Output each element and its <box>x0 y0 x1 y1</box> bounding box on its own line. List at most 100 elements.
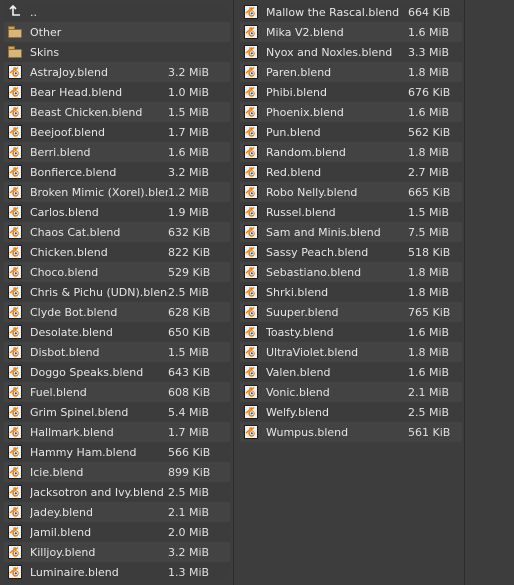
file-size: 2.0 MiB <box>168 525 210 539</box>
file-item-bear-head[interactable]: Bear Head.blend 1.0 MiB <box>4 82 230 102</box>
file-name: Wumpus.blend <box>266 425 349 439</box>
file-item-phibi[interactable]: Phibi.blend 676 KiB <box>240 82 462 102</box>
folder-item-skins[interactable]: Skins <box>4 42 230 62</box>
file-size: 1.3 MiB <box>168 565 210 579</box>
file-item-desolate[interactable]: Desolate.blend 650 KiB <box>4 322 230 342</box>
file-item-random[interactable]: Random.blend 1.8 MiB <box>240 142 462 162</box>
file-item-bonfierce[interactable]: Bonfierce.blend 3.2 MiB <box>4 162 230 182</box>
file-name: Valen.blend <box>266 365 331 379</box>
file-name: AstraJoy.blend <box>30 65 109 79</box>
file-item-shrki[interactable]: Shrki.blend 1.8 MiB <box>240 282 462 302</box>
file-size: 1.6 MiB <box>408 325 450 339</box>
file-item-hallmark[interactable]: Hallmark.blend 1.7 MiB <box>4 422 230 442</box>
file-item-disbot[interactable]: Disbot.blend 1.5 MiB <box>4 342 230 362</box>
file-item-pun[interactable]: Pun.blend 562 KiB <box>240 122 462 142</box>
blend-file-icon <box>244 185 258 199</box>
file-size: 765 KiB <box>408 305 451 319</box>
file-item-hammy-ham[interactable]: Hammy Ham.blend 566 KiB <box>4 442 230 462</box>
file-item-beejoof[interactable]: Beejoof.blend 1.7 MiB <box>4 122 230 142</box>
file-item-sassy-peach[interactable]: Sassy Peach.blend 518 KiB <box>240 242 462 262</box>
file-name: Other <box>30 25 62 39</box>
blend-file-icon <box>8 525 22 539</box>
file-size: 2.1 MiB <box>408 385 450 399</box>
file-item-valen[interactable]: Valen.blend 1.6 MiB <box>240 362 462 382</box>
file-name: Clyde Bot.blend <box>30 305 118 319</box>
file-item-killjoy[interactable]: Killjoy.blend 3.2 MiB <box>4 542 230 562</box>
parent-directory-icon <box>8 5 22 19</box>
file-name: Red.blend <box>266 165 322 179</box>
file-size: 3.2 MiB <box>168 65 210 79</box>
blend-file-icon <box>244 125 258 139</box>
parent-directory-item[interactable]: .. <box>4 2 230 22</box>
blend-file-icon <box>8 325 22 339</box>
file-size: 676 KiB <box>408 85 451 99</box>
file-item-icie[interactable]: Icie.blend 899 KiB <box>4 462 230 482</box>
file-item-sebastiano[interactable]: Sebastiano.blend 1.8 MiB <box>240 262 462 282</box>
folder-item-other[interactable]: Other <box>4 22 230 42</box>
file-item-russel[interactable]: Russel.blend 1.5 MiB <box>240 202 462 222</box>
file-item-sam-and-minis[interactable]: Sam and Minis.blend 7.5 MiB <box>240 222 462 242</box>
file-item-red[interactable]: Red.blend 2.7 MiB <box>240 162 462 182</box>
file-item-berri[interactable]: Berri.blend 1.6 MiB <box>4 142 230 162</box>
file-size: 1.7 MiB <box>168 425 210 439</box>
file-name: Welfy.blend <box>266 405 329 419</box>
blend-file-icon <box>8 465 22 479</box>
file-item-welfy[interactable]: Welfy.blend 2.5 MiB <box>240 402 462 422</box>
file-item-clyde-bot[interactable]: Clyde Bot.blend 628 KiB <box>4 302 230 322</box>
file-item-choco[interactable]: Choco.blend 529 KiB <box>4 262 230 282</box>
file-size: 566 KiB <box>168 445 211 459</box>
file-item-broken-mimic-xorel[interactable]: Broken Mimic (Xorel).blend 1.2 MiB <box>4 182 230 202</box>
file-item-phoenix[interactable]: Phoenix.blend 1.6 MiB <box>240 102 462 122</box>
file-size: 1.6 MiB <box>408 25 450 39</box>
file-name: Chaos Cat.blend <box>30 225 121 239</box>
file-size: 1.5 MiB <box>408 205 450 219</box>
file-item-vonic[interactable]: Vonic.blend 2.1 MiB <box>240 382 462 402</box>
file-name: Phoenix.blend <box>266 105 344 119</box>
file-item-fuel[interactable]: Fuel.blend 608 KiB <box>4 382 230 402</box>
file-item-carlos[interactable]: Carlos.blend 1.9 MiB <box>4 202 230 222</box>
blend-file-icon <box>244 345 258 359</box>
file-name: UltraViolet.blend <box>266 345 359 359</box>
file-name: Jacksotron and Ivy.blend <box>30 485 164 499</box>
file-item-paren[interactable]: Paren.blend 1.8 MiB <box>240 62 462 82</box>
file-size: 562 KiB <box>408 125 451 139</box>
file-item-suuper[interactable]: Suuper.blend 765 KiB <box>240 302 462 322</box>
file-item-ultraviolet[interactable]: UltraViolet.blend 1.8 MiB <box>240 342 462 362</box>
file-size: 2.5 MiB <box>168 285 210 299</box>
blend-file-icon <box>8 185 22 199</box>
file-item-doggo-speaks[interactable]: Doggo Speaks.blend 643 KiB <box>4 362 230 382</box>
file-name: Chicken.blend <box>30 245 108 259</box>
file-item-jadey[interactable]: Jadey.blend 2.1 MiB <box>4 502 230 522</box>
file-size: 822 KiB <box>168 245 211 259</box>
file-item-jamil[interactable]: Jamil.blend 2.0 MiB <box>4 522 230 542</box>
file-item-chicken[interactable]: Chicken.blend 822 KiB <box>4 242 230 262</box>
blend-file-icon <box>244 205 258 219</box>
file-item-robo-nelly[interactable]: Robo Nelly.blend 665 KiB <box>240 182 462 202</box>
file-item-wumpus[interactable]: Wumpus.blend 561 KiB <box>240 422 462 442</box>
blend-file-icon <box>8 565 22 579</box>
column-separator <box>464 0 465 585</box>
file-item-toasty[interactable]: Toasty.blend 1.6 MiB <box>240 322 462 342</box>
file-name: Robo Nelly.blend <box>266 185 358 199</box>
blend-file-icon <box>244 385 258 399</box>
file-item-mika-v2[interactable]: Mika V2.blend 1.6 MiB <box>240 22 462 42</box>
blend-file-icon <box>244 245 258 259</box>
file-item-jacksotron-and-ivy[interactable]: Jacksotron and Ivy.blend 2.5 MiB <box>4 482 230 502</box>
file-item-luminaire[interactable]: Luminaire.blend 1.3 MiB <box>4 562 230 582</box>
blend-file-icon <box>8 205 22 219</box>
file-item-mallow-the-rascal[interactable]: Mallow the Rascal.blend 664 KiB <box>240 2 462 22</box>
blend-file-icon <box>8 365 22 379</box>
file-item-astrajoy[interactable]: AstraJoy.blend 3.2 MiB <box>4 62 230 82</box>
file-item-chris-pichu-udn[interactable]: Chris & Pichu (UDN).blend 2.5 MiB <box>4 282 230 302</box>
file-name: Suuper.blend <box>266 305 339 319</box>
file-item-beast-chicken[interactable]: Beast Chicken.blend 1.5 MiB <box>4 102 230 122</box>
file-item-chaos-cat[interactable]: Chaos Cat.blend 632 KiB <box>4 222 230 242</box>
file-size: 1.0 MiB <box>168 85 210 99</box>
file-size: 7.5 MiB <box>408 225 450 239</box>
file-name: Sebastiano.blend <box>266 265 362 279</box>
blend-file-icon <box>8 345 22 359</box>
file-name: Shrki.blend <box>266 285 329 299</box>
file-item-grim-spinel[interactable]: Grim Spinel.blend 5.4 MiB <box>4 402 230 422</box>
file-item-nyox-and-noxles[interactable]: Nyox and Noxles.blend 3.3 MiB <box>240 42 462 62</box>
blend-file-icon <box>8 425 22 439</box>
